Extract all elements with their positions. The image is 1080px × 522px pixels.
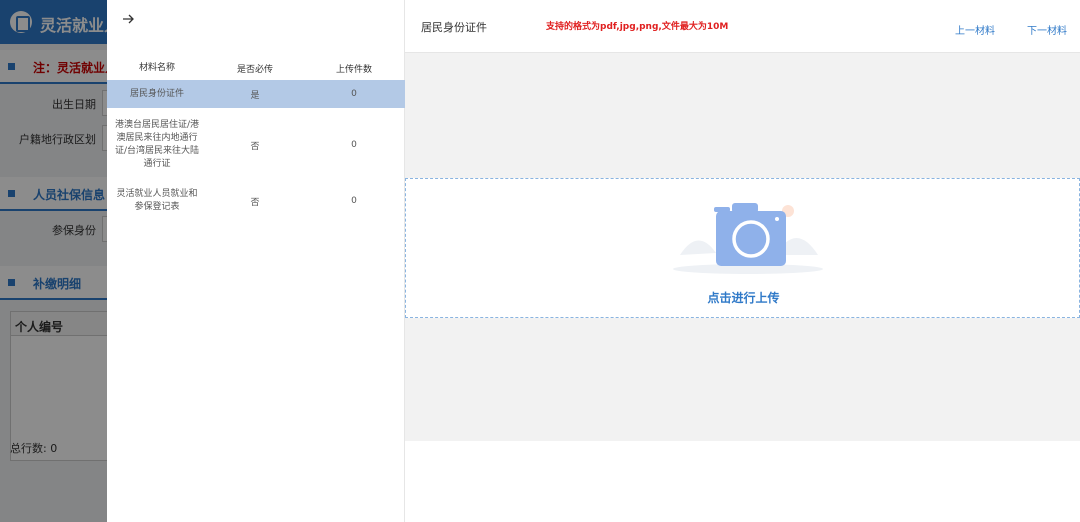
next-material-button[interactable]: 下一材料	[1027, 22, 1067, 37]
material-required: 否	[250, 197, 260, 208]
prev-material-button[interactable]: 上一材料	[955, 22, 995, 37]
table-header-row: 材料名称 是否必传 上传件数	[107, 56, 405, 80]
material-required: 是	[250, 90, 260, 101]
upload-dropzone[interactable]: 点击进行上传	[405, 178, 1080, 318]
material-count: 0	[351, 140, 357, 150]
materials-drawer: 材料名称 是否必传 上传件数 居民身份证件 是 0 港澳台居民居住证/港澳居民来…	[107, 0, 1080, 522]
material-name: 灵活就业人员就业和参保登记表	[116, 189, 198, 212]
column-header-count: 上传件数	[335, 64, 372, 75]
materials-table: 材料名称 是否必传 上传件数 居民身份证件 是 0 港澳台居民居住证/港澳居民来…	[107, 56, 405, 220]
material-count: 0	[351, 89, 357, 99]
column-header-name: 材料名称	[138, 62, 175, 73]
camera-icon	[673, 203, 823, 274]
column-header-required: 是否必传	[236, 64, 273, 75]
material-name: 居民身份证件	[129, 88, 184, 99]
arrow-right-icon[interactable]	[121, 12, 135, 26]
material-count: 0	[351, 196, 357, 206]
table-row[interactable]: 居民身份证件 是 0	[107, 80, 405, 108]
upload-label: 点击进行上传	[707, 291, 780, 305]
material-viewer-pane: 居民身份证件 支持的格式为pdf,jpg,png,文件最大为10M 上一材料 下…	[405, 0, 1080, 522]
material-required: 否	[250, 141, 260, 152]
table-row[interactable]: 港澳台居民居住证/港澳居民来往内地通行证/台湾居民来往大陆通行证 否 0	[107, 108, 405, 182]
viewer-toolbar: 居民身份证件 支持的格式为pdf,jpg,png,文件最大为10M 上一材料 下…	[405, 0, 1080, 53]
materials-list-pane: 材料名称 是否必传 上传件数 居民身份证件 是 0 港澳台居民居住证/港澳居民来…	[107, 0, 405, 522]
material-title: 居民身份证件	[421, 21, 487, 34]
table-row[interactable]: 灵活就业人员就业和参保登记表 否 0	[107, 182, 405, 220]
format-hint: 支持的格式为pdf,jpg,png,文件最大为10M	[546, 22, 729, 32]
material-name: 港澳台居民居住证/港澳居民来往内地通行证/台湾居民来往大陆通行证	[114, 120, 200, 169]
